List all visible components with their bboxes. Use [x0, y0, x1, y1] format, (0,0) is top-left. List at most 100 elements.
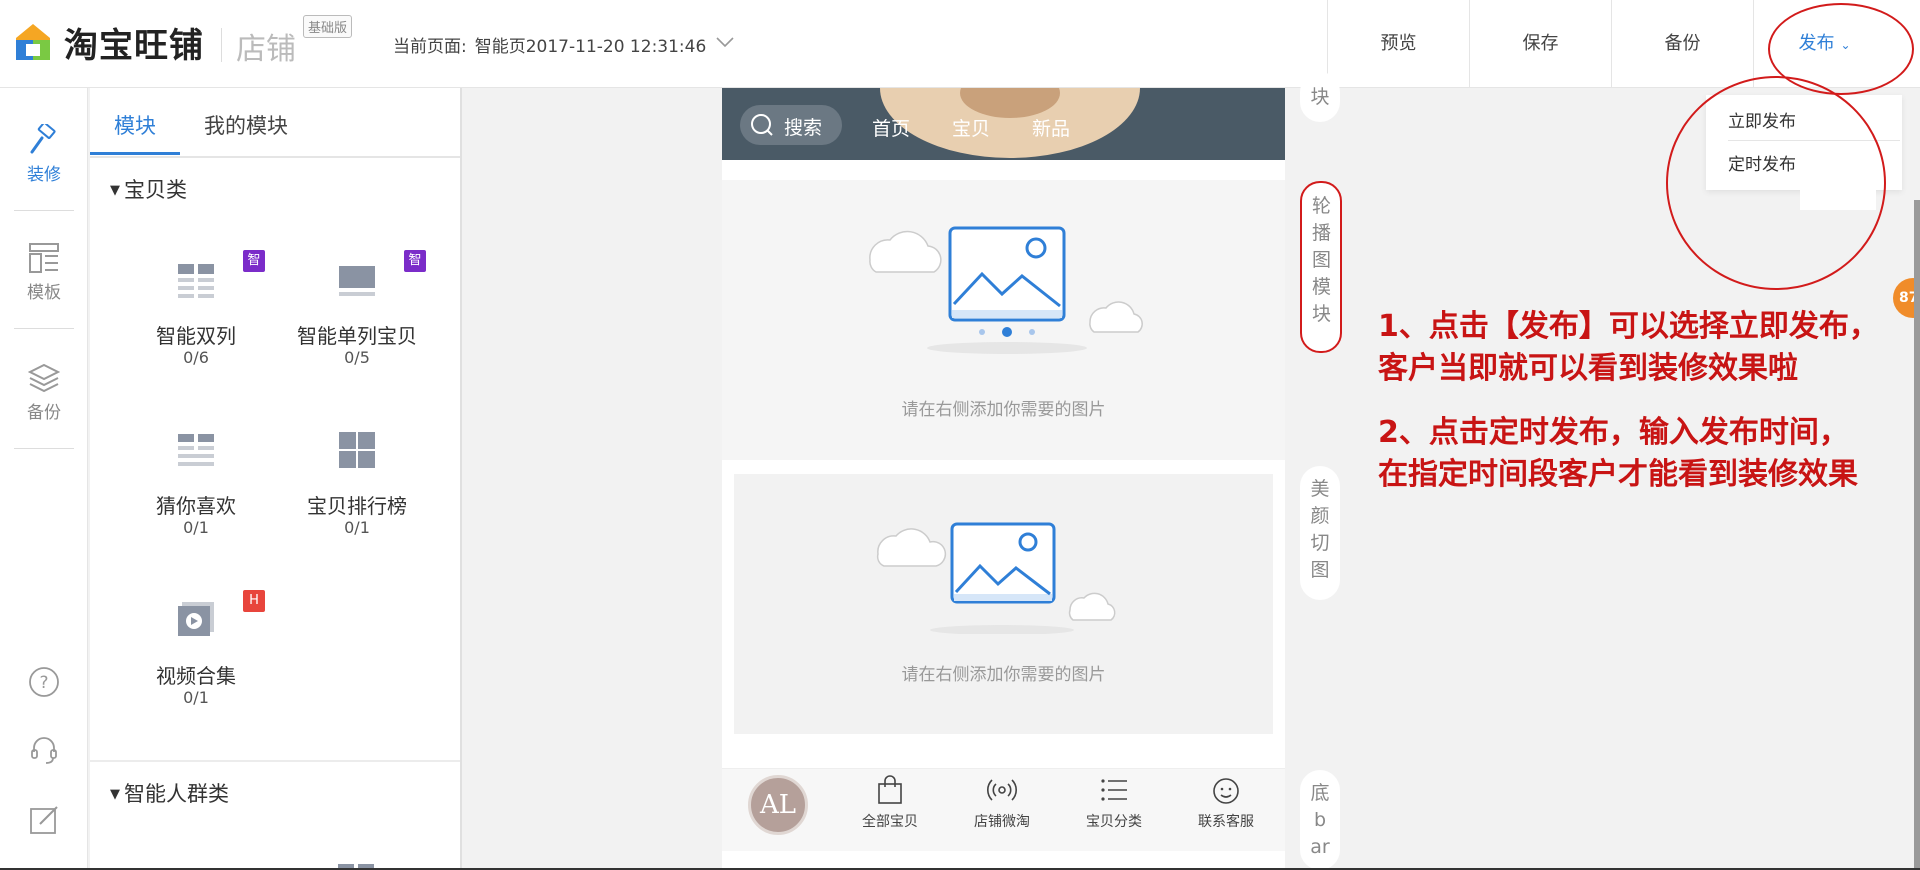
module-name: 智能单列宝贝 [297, 324, 417, 348]
edit-icon[interactable] [28, 804, 60, 836]
svg-text:?: ? [39, 673, 48, 693]
nav-item-label: 模板 [27, 283, 61, 303]
tab-label: 店铺微淘 [974, 814, 1030, 830]
smiley-service-icon [1213, 778, 1239, 804]
slot-hint-text: 请在右侧添加你需要的图片 [901, 400, 1106, 420]
module-name: 智能双列 [156, 324, 236, 348]
dropdown-shadow-panel [1800, 188, 1876, 210]
annotation-line-2: 客户当即就可以看到装修效果啦 [1378, 351, 1798, 386]
shop-nav-new[interactable]: 新品 [1032, 114, 1070, 141]
annotation-line-4: 在指定时间段客户才能看到装修效果 [1378, 457, 1858, 492]
tab-shop-weitao[interactable]: 店铺微淘 [952, 775, 1052, 831]
menu-divider [1728, 140, 1900, 141]
search-label: 搜索 [784, 117, 823, 139]
module-panel: 模块 我的模块 ▼ 宝贝类 智 智能双列 0/6 智 智能单列宝贝 0/5 猜你… [90, 88, 462, 870]
module-video-collection[interactable]: H 视频合集 0/1 [121, 590, 271, 750]
grid-icon [339, 432, 375, 468]
layers-icon [28, 363, 60, 393]
nav-divider [14, 328, 74, 329]
beauty-cut-slot[interactable]: 请在右侧添加你需要的图片 [734, 474, 1273, 734]
annotation-line-3: 2、点击定时发布，输入发布时间， [1378, 415, 1849, 450]
app-title: 淘宝旺铺 [64, 26, 204, 66]
module-count: 0/5 [344, 348, 370, 367]
category-divider [90, 760, 460, 762]
top-bar: 淘宝旺铺 店铺 基础版 当前页面: 智能页2017-11-20 12:31:46 … [0, 0, 1920, 88]
shop-search-button[interactable]: 搜索 [740, 105, 842, 145]
hammer-icon [30, 124, 56, 154]
scrollbar[interactable] [1914, 200, 1920, 870]
module-guess-you-like[interactable]: 猜你喜欢 0/1 [121, 430, 271, 580]
side-label-partial[interactable]: 块 [1300, 72, 1340, 122]
shop-nav-home[interactable]: 首页 [872, 114, 910, 141]
side-label-beauty-cut[interactable]: 美颜切图 [1300, 466, 1340, 600]
nav-item-label: 备份 [27, 403, 61, 423]
tab-all-products[interactable]: 全部宝贝 [840, 775, 940, 831]
template-icon [29, 243, 59, 273]
menu-item-scheduled-publish[interactable]: 定时发布 [1728, 150, 1796, 175]
module-count: 0/1 [183, 518, 209, 537]
chevron-down-icon: ⌄ [1840, 38, 1851, 52]
module-smart-single-column[interactable]: 智 智能单列宝贝 0/5 [282, 250, 432, 410]
publish-dropdown: 立即发布 定时发布 [1706, 95, 1902, 190]
module-count: 0/6 [183, 348, 209, 367]
caret-down-icon: ▼ [110, 787, 120, 802]
annotation-line-1: 1、点击【发布】可以选择立即发布， [1378, 309, 1879, 344]
tab-contact-service[interactable]: 联系客服 [1176, 775, 1276, 831]
side-label-carousel[interactable]: 轮播图模块 [1300, 181, 1342, 353]
save-button[interactable]: 保存 [1469, 0, 1611, 88]
module-count: 0/1 [183, 688, 209, 707]
module-count: 0/1 [344, 518, 370, 537]
app-subtitle: 店铺 [236, 32, 296, 67]
publish-button-label: 发布 [1798, 33, 1835, 54]
left-nav: 装修 模板 备份 ? [0, 88, 88, 870]
publish-button[interactable]: 发布 ⌄ [1753, 0, 1895, 88]
carousel-slot[interactable]: 请在右侧添加你需要的图片 [722, 180, 1285, 460]
list-icon [1101, 779, 1127, 801]
headset-icon[interactable] [28, 734, 60, 766]
single-column-icon [339, 266, 375, 296]
shop-nav-bar: 搜索 首页 宝贝 新品 [722, 88, 1285, 160]
active-tab-indicator [90, 152, 180, 155]
nav-item-backup[interactable]: 备份 [0, 362, 88, 423]
module-name: 宝贝排行榜 [307, 494, 407, 518]
category-title: 智能人群类 [124, 782, 229, 806]
shop-tab-bar: AL 全部宝贝 店铺微淘 宝贝分类 联系客服 [722, 768, 1285, 851]
backup-button[interactable]: 备份 [1611, 0, 1753, 88]
shop-avatar[interactable]: AL [748, 775, 808, 835]
video-icon [178, 602, 214, 636]
category-products[interactable]: ▼ 宝贝类 [110, 174, 187, 204]
image-placeholder-icon [869, 226, 1143, 354]
current-page: 当前页面: 智能页2017-11-20 12:31:46 [393, 32, 706, 57]
tab-label: 全部宝贝 [862, 814, 918, 830]
module-product-ranking[interactable]: 宝贝排行榜 0/1 [282, 430, 432, 580]
double-column-icon [178, 264, 214, 298]
image-placeholder-icon [876, 522, 1116, 634]
search-icon [751, 114, 773, 136]
broadcast-icon [987, 779, 1017, 801]
tab-modules[interactable]: 模块 [114, 110, 156, 140]
help-icon[interactable]: ? [28, 666, 60, 698]
side-label-bottom-bar[interactable]: 底bar [1300, 770, 1340, 870]
chevron-down-icon[interactable] [716, 36, 734, 48]
edition-badge: 基础版 [303, 15, 353, 38]
menu-item-publish-now[interactable]: 立即发布 [1728, 107, 1796, 132]
phone-preview: 搜索 首页 宝贝 新品 请在右侧添加你需要的图片 请在右侧添加你需要的图片 AL… [722, 88, 1285, 870]
nav-divider [14, 210, 74, 211]
nav-item-decorate[interactable]: 装修 [0, 124, 88, 185]
nav-item-template[interactable]: 模板 [0, 242, 88, 303]
shop-logo-icon [16, 24, 50, 60]
tab-label: 宝贝分类 [1086, 814, 1142, 830]
hot-badge: H [243, 590, 265, 612]
module-smart-double-column[interactable]: 智 智能双列 0/6 [121, 250, 271, 410]
tab-label: 联系客服 [1198, 814, 1254, 830]
tab-categories[interactable]: 宝贝分类 [1064, 775, 1164, 831]
tab-my-modules[interactable]: 我的模块 [204, 110, 288, 140]
current-page-value[interactable]: 智能页2017-11-20 12:31:46 [475, 37, 707, 57]
category-smart-crowd[interactable]: ▼ 智能人群类 [110, 778, 229, 808]
slot-hint-text: 请在右侧添加你需要的图片 [901, 665, 1106, 685]
smart-badge: 智 [243, 250, 265, 272]
shop-nav-products[interactable]: 宝贝 [952, 114, 990, 141]
preview-button[interactable]: 预览 [1327, 0, 1469, 88]
module-name: 视频合集 [156, 664, 236, 688]
caret-down-icon: ▼ [110, 183, 120, 198]
